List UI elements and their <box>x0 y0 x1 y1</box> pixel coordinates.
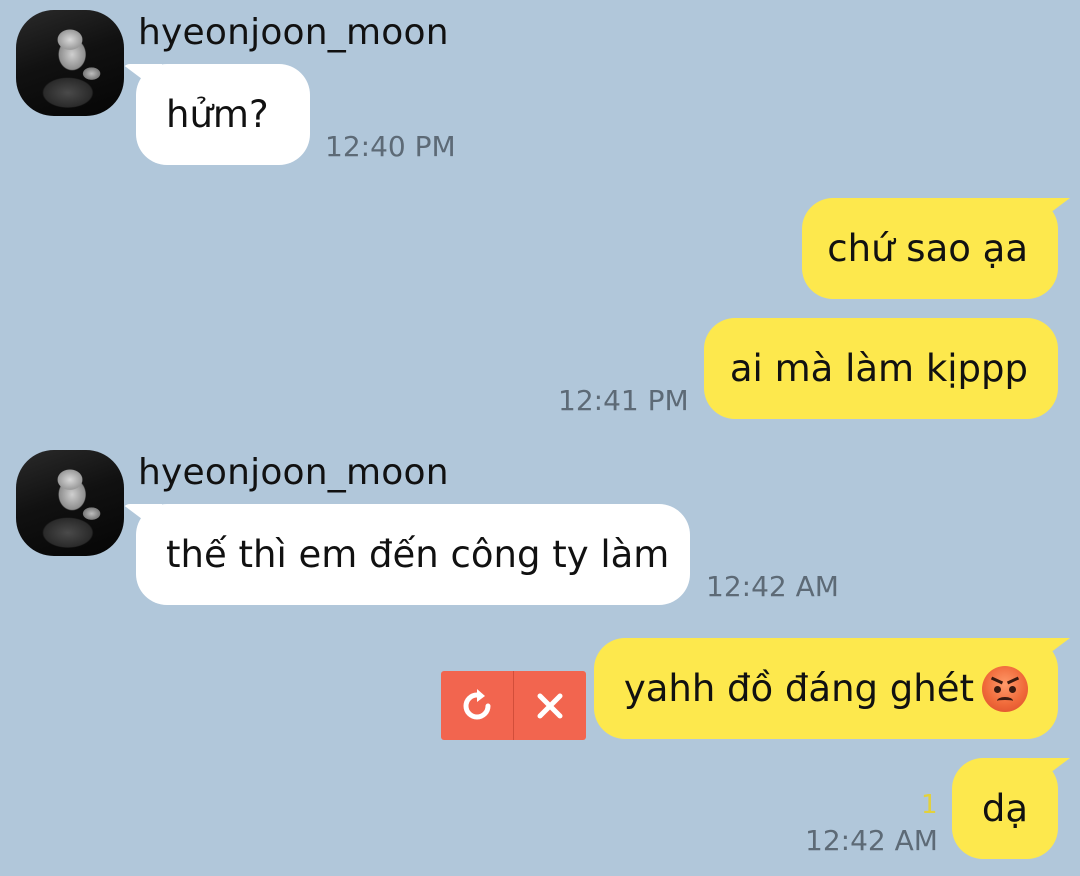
sender-name: hyeonjoon_moon <box>138 12 449 53</box>
avatar[interactable] <box>16 10 124 116</box>
message-text: hửm? <box>166 93 269 136</box>
bubble-tail <box>122 504 162 534</box>
unread-count: 1 <box>921 790 938 820</box>
delete-button[interactable] <box>514 671 586 740</box>
message-text: ai mà làm kịppp <box>729 347 1028 390</box>
message-bubble-outgoing[interactable]: ai mà làm kịppp <box>704 318 1058 419</box>
message-text: chứ sao ạa <box>827 227 1028 270</box>
timestamp: 12:41 PM <box>558 384 689 417</box>
bubble-tail <box>1030 638 1070 668</box>
message-text: thế thì em đến công ty làm <box>166 533 670 576</box>
close-icon <box>537 693 563 718</box>
failed-message-actions <box>441 671 586 740</box>
message-bubble-incoming[interactable]: hửm? <box>122 64 310 165</box>
bubble-tail <box>1030 198 1070 228</box>
timestamp: 12:42 AM <box>706 570 839 603</box>
sender-name: hyeonjoon_moon <box>138 452 449 493</box>
retry-icon <box>463 688 491 719</box>
message-text: yahh đồ đáng ghét <box>623 667 974 710</box>
message-bubble-outgoing[interactable]: chứ sao ạa <box>802 198 1070 299</box>
avatar[interactable] <box>16 450 124 556</box>
angry-face-emoji <box>982 665 1028 712</box>
message-bubble-outgoing[interactable]: yahh đồ đáng ghét <box>594 638 1070 739</box>
timestamp: 12:42 AM <box>805 824 938 857</box>
retry-button[interactable] <box>441 671 513 740</box>
message-text: dạ <box>981 787 1028 830</box>
timestamp: 12:40 PM <box>325 130 456 163</box>
message-bubble-outgoing[interactable]: dạ <box>952 758 1070 859</box>
bubble-tail <box>122 64 162 94</box>
bubble-tail <box>1030 758 1070 788</box>
message-bubble-incoming[interactable]: thế thì em đến công ty làm <box>122 504 690 605</box>
